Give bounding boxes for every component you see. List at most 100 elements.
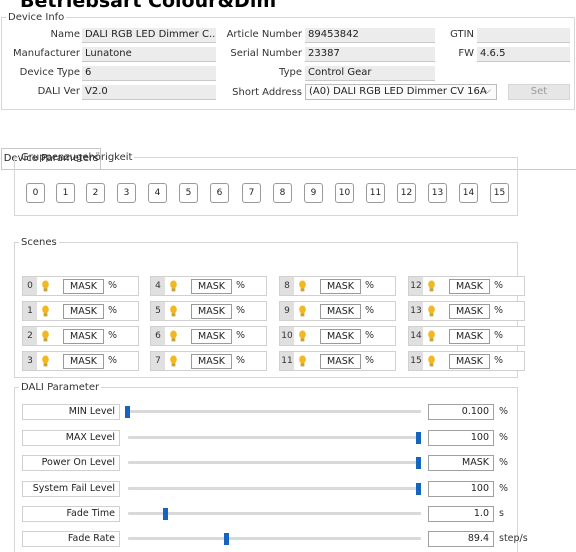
scene-value-input[interactable]: MASK xyxy=(191,304,232,319)
group-button-0[interactable]: 0 xyxy=(26,183,45,203)
scene-value-input[interactable]: MASK xyxy=(63,354,104,369)
bulb-icon[interactable] xyxy=(297,305,308,318)
scene-value-input[interactable]: MASK xyxy=(449,304,490,319)
param-label: MIN Level xyxy=(22,404,120,420)
scene-7: 7 MASK% xyxy=(150,351,267,371)
bulb-icon[interactable] xyxy=(168,305,179,318)
scene-unit: % xyxy=(365,355,375,366)
param-unit: % xyxy=(499,406,509,417)
dali-ver-field[interactable]: V2.0 xyxy=(82,85,216,100)
param-unit: s xyxy=(499,508,504,519)
set-button[interactable]: Set xyxy=(508,84,570,100)
scene-value-input[interactable]: MASK xyxy=(320,279,361,294)
scene-15: 15 MASK% xyxy=(408,351,525,371)
scene-value-input[interactable]: MASK xyxy=(320,354,361,369)
group-button-3[interactable]: 3 xyxy=(117,183,136,203)
param-value-input[interactable]: MASK xyxy=(428,455,494,471)
scene-value-input[interactable]: MASK xyxy=(320,304,361,319)
fw-field[interactable]: 4.6.5 xyxy=(477,47,570,62)
param-slider-track[interactable] xyxy=(128,410,421,413)
bulb-icon[interactable] xyxy=(40,355,51,368)
param-slider-thumb[interactable] xyxy=(125,406,130,418)
type-field[interactable]: Control Gear xyxy=(305,66,435,81)
short-address-select[interactable]: (A0) DALI RGB LED Dimmer CV 16A ⌵ xyxy=(305,84,497,100)
group-button-1[interactable]: 1 xyxy=(56,183,75,203)
scene-unit: % xyxy=(108,280,118,291)
param-value-input[interactable]: 100 xyxy=(428,481,494,497)
group-button-9[interactable]: 9 xyxy=(304,183,323,203)
bulb-icon[interactable] xyxy=(168,330,179,343)
param-value-input[interactable]: 0.100 xyxy=(428,404,494,420)
group-button-2[interactable]: 2 xyxy=(86,183,105,203)
scene-number: 1 xyxy=(23,302,37,320)
scene-number: 10 xyxy=(280,327,294,345)
scene-value-input[interactable]: MASK xyxy=(63,329,104,344)
bulb-icon[interactable] xyxy=(168,355,179,368)
scene-14: 14 MASK% xyxy=(408,326,525,346)
group-button-15[interactable]: 15 xyxy=(490,183,509,203)
group-button-8[interactable]: 8 xyxy=(273,183,292,203)
scene-13: 13 MASK% xyxy=(408,301,525,321)
scene-value-input[interactable]: MASK xyxy=(63,279,104,294)
param-value-input[interactable]: 1.0 xyxy=(428,506,494,522)
param-slider-thumb[interactable] xyxy=(416,432,421,444)
scene-value-input[interactable]: MASK xyxy=(449,354,490,369)
page-title: Betriebsart Colour&Dim xyxy=(20,0,277,12)
group-button-12[interactable]: 12 xyxy=(397,183,416,203)
param-slider-thumb[interactable] xyxy=(163,508,168,520)
param-slider-track[interactable] xyxy=(128,487,421,490)
name-field[interactable]: DALI RGB LED Dimmer C... xyxy=(82,28,216,43)
param-slider-thumb[interactable] xyxy=(224,533,229,545)
group-button-10[interactable]: 10 xyxy=(335,183,354,203)
scene-value-input[interactable]: MASK xyxy=(320,329,361,344)
param-slider-thumb[interactable] xyxy=(416,457,421,469)
scene-number: 9 xyxy=(280,302,294,320)
group-button-14[interactable]: 14 xyxy=(459,183,478,203)
groups-legend: Gruppenzugehörigkeit xyxy=(21,152,133,163)
scenes-legend: Scenes xyxy=(21,237,57,248)
param-unit: % xyxy=(499,432,509,443)
bulb-icon[interactable] xyxy=(426,280,437,293)
param-slider-track[interactable] xyxy=(128,461,421,464)
param-slider-thumb[interactable] xyxy=(416,483,421,495)
gtin-field[interactable] xyxy=(477,28,570,43)
bulb-icon[interactable] xyxy=(40,330,51,343)
param-value-input[interactable]: 89.4 xyxy=(428,531,494,547)
bulb-icon[interactable] xyxy=(297,280,308,293)
bulb-icon[interactable] xyxy=(40,305,51,318)
bulb-icon[interactable] xyxy=(297,330,308,343)
scene-number: 13 xyxy=(409,302,423,320)
param-slider-track[interactable] xyxy=(128,537,421,540)
group-button-4[interactable]: 4 xyxy=(148,183,167,203)
bulb-icon[interactable] xyxy=(168,280,179,293)
bulb-icon[interactable] xyxy=(40,280,51,293)
manufacturer-field[interactable]: Lunatone xyxy=(82,47,216,62)
serial-number-field[interactable]: 23387 xyxy=(305,47,435,62)
scene-unit: % xyxy=(236,330,246,341)
bulb-icon[interactable] xyxy=(297,355,308,368)
scene-value-input[interactable]: MASK xyxy=(191,279,232,294)
group-button-7[interactable]: 7 xyxy=(242,183,261,203)
group-button-6[interactable]: 6 xyxy=(210,183,229,203)
scene-unit: % xyxy=(494,355,504,366)
group-button-5[interactable]: 5 xyxy=(179,183,198,203)
dali-ver-label: DALI Ver xyxy=(37,86,80,97)
bulb-icon[interactable] xyxy=(426,355,437,368)
scene-value-input[interactable]: MASK xyxy=(449,279,490,294)
scene-value-input[interactable]: MASK xyxy=(191,329,232,344)
bulb-icon[interactable] xyxy=(426,330,437,343)
param-slider-track[interactable] xyxy=(128,436,421,439)
article-number-field[interactable]: 89453842 xyxy=(305,28,435,43)
group-button-13[interactable]: 13 xyxy=(428,183,447,203)
param-value-input[interactable]: 100 xyxy=(428,430,494,446)
scene-value-input[interactable]: MASK xyxy=(63,304,104,319)
scene-8: 8 MASK% xyxy=(279,276,396,296)
scene-value-input[interactable]: MASK xyxy=(449,329,490,344)
param-label: Fade Time xyxy=(22,506,120,522)
scene-value-input[interactable]: MASK xyxy=(191,354,232,369)
device-type-field[interactable]: 6 xyxy=(82,66,216,81)
group-button-11[interactable]: 11 xyxy=(366,183,385,203)
scene-unit: % xyxy=(494,330,504,341)
bulb-icon[interactable] xyxy=(426,305,437,318)
param-slider-track[interactable] xyxy=(128,512,421,515)
